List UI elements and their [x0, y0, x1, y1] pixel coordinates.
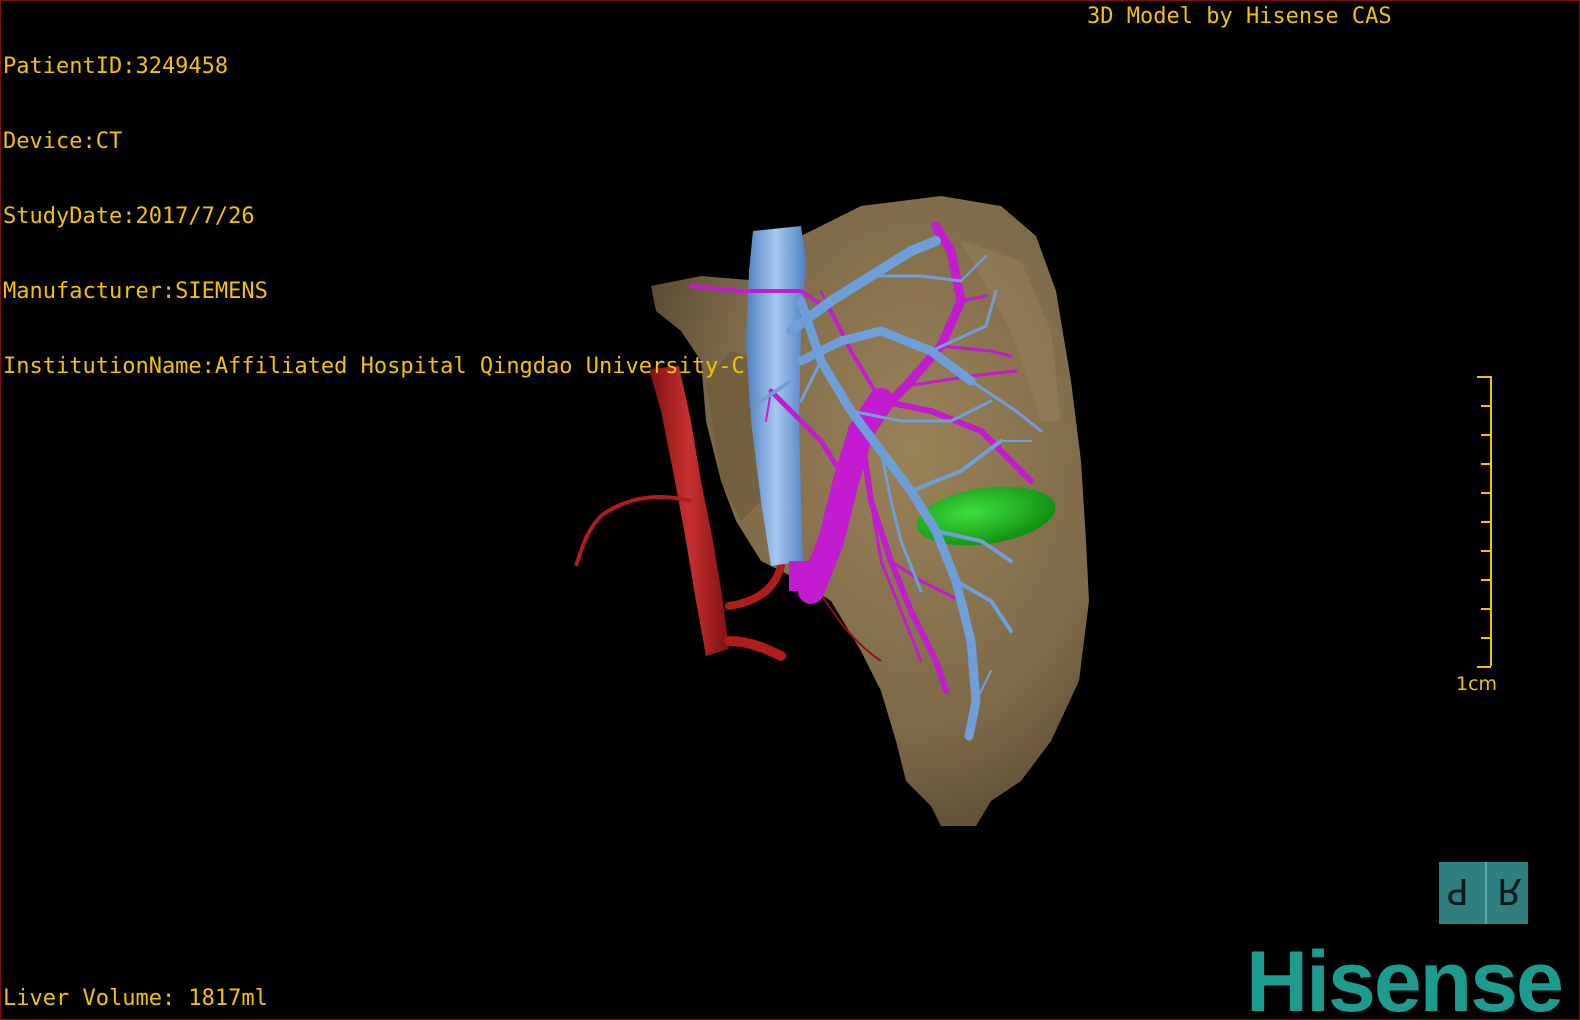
hisense-logo: Hisense	[1246, 934, 1564, 1020]
manufacturer-label: Manufacturer:SIEMENS	[3, 279, 268, 304]
scale-bar-ticks	[1477, 376, 1491, 668]
study-date-label: StudyDate:2017/7/26	[3, 204, 255, 229]
renal-artery-branch	[724, 636, 786, 661]
3d-viewport[interactable]: PatientID:3249458 Device:CT StudyDate:20…	[0, 0, 1580, 1020]
study-info-overlay: PatientID:3249458 Device:CT StudyDate:20…	[3, 4, 745, 429]
portal-vein-trunk	[789, 561, 821, 591]
celiac-branch	[725, 562, 785, 610]
scale-label: 1cm	[1456, 673, 1498, 695]
scale-bar	[1477, 376, 1492, 668]
cube-face-posterior[interactable]: P	[1447, 870, 1469, 911]
cube-face-right[interactable]: R	[1497, 870, 1522, 911]
artery-left-branch	[574, 494, 692, 567]
institution-label: InstitutionName:Affiliated Hospital Qing…	[3, 354, 745, 379]
patient-id-label: PatientID:3249458	[3, 54, 229, 79]
cube-edge	[1485, 862, 1487, 924]
orientation-cube[interactable]: P R	[1439, 862, 1528, 924]
device-label: Device:CT	[3, 129, 123, 154]
model-credit: 3D Model by Hisense CAS	[1087, 4, 1392, 29]
liver-volume-readout: Liver Volume: 1817ml	[3, 986, 268, 1011]
